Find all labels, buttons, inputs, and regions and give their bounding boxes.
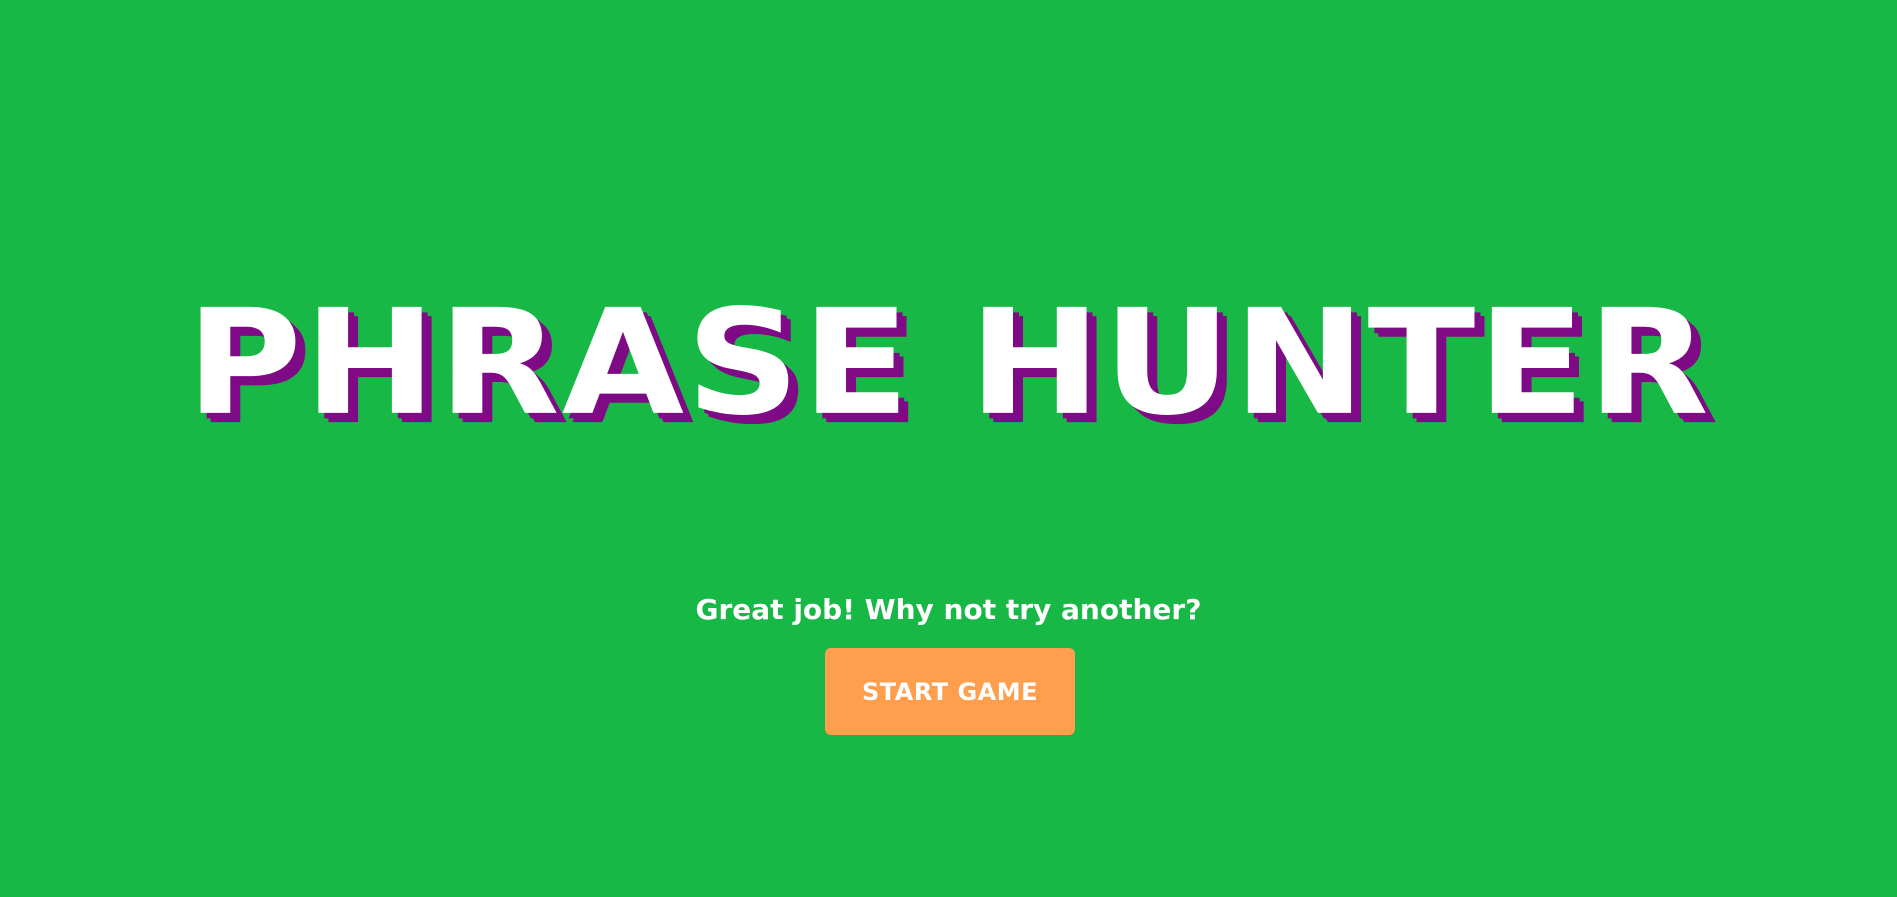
- game-title: PHRASE HUNTER: [186, 278, 1711, 448]
- game-over-message: Great job! Why not try another?: [695, 593, 1202, 626]
- start-game-button[interactable]: START GAME: [825, 648, 1075, 735]
- start-overlay: PHRASE HUNTER Great job! Why not try ano…: [0, 0, 1897, 897]
